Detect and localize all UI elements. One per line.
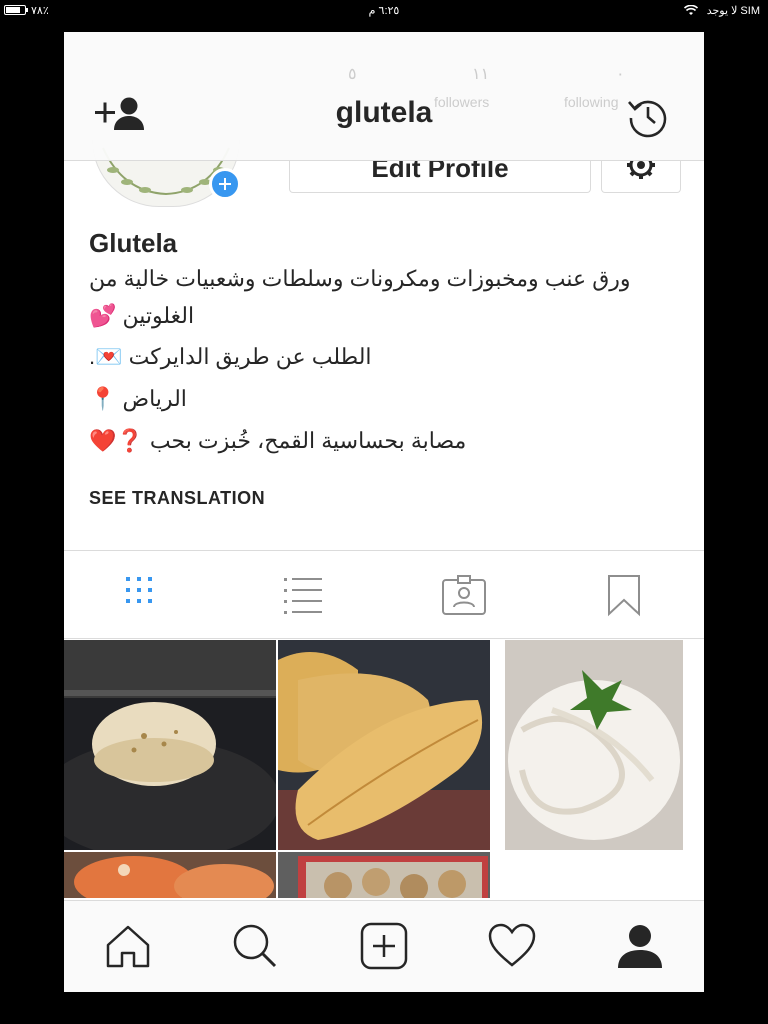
stat-followers-count: ١١ xyxy=(472,66,490,83)
instagram-app: ٥ ١١ ٠ followers following glutela Edit … xyxy=(64,32,704,992)
tab-saved[interactable] xyxy=(600,572,648,618)
display-name: Glutela xyxy=(89,228,178,258)
tab-grid[interactable] xyxy=(120,572,168,618)
bio-line: الغلوتين 💕 xyxy=(89,303,195,328)
profile-username: glutela xyxy=(335,96,433,129)
profile-section: Edit Profile Glutela ورق عنب ومخبوزات وم… xyxy=(64,140,704,550)
options-button[interactable] xyxy=(601,160,681,193)
posts-grid xyxy=(64,638,704,898)
tab-tagged[interactable] xyxy=(440,572,488,618)
bio-line: الرياض 📍 xyxy=(89,386,187,411)
cookies-photo xyxy=(278,852,490,898)
stat-following-count: ٠ xyxy=(616,66,625,83)
plus-square-icon xyxy=(360,922,408,970)
post-thumbnail[interactable] xyxy=(278,640,490,850)
nav-search[interactable] xyxy=(230,921,280,971)
bottom-nav-bar xyxy=(64,900,704,992)
home-icon xyxy=(106,925,150,968)
post-thumbnail[interactable] xyxy=(64,852,276,898)
profile-view-tabs xyxy=(64,550,704,638)
bio-line: مصابة بحساسية القمح، خُبزت بحب ❓❤️ xyxy=(89,428,467,453)
stat-posts-count: ٥ xyxy=(348,66,357,83)
bookmark-icon xyxy=(608,575,640,617)
top-bar: ٥ ١١ ٠ followers following glutela xyxy=(64,32,704,161)
profile-icon xyxy=(618,925,662,968)
grid-icon xyxy=(126,577,152,603)
nav-home[interactable] xyxy=(103,921,153,971)
gear-icon xyxy=(627,160,655,179)
post-thumbnail[interactable] xyxy=(64,640,276,850)
nav-profile[interactable] xyxy=(615,921,665,971)
status-time: ٦:٢٥ م xyxy=(368,5,400,17)
bio-line: الطلب عن طريق الدايركت 💌. xyxy=(89,344,372,369)
wifi-icon xyxy=(684,5,698,15)
carrier-label: لا يوجد SIM xyxy=(706,5,760,17)
flatbread-photo xyxy=(64,640,276,850)
bio-line: ورق عنب ومخبوزات ومكرونات وسلطات وشعبيات… xyxy=(89,266,631,291)
search-icon xyxy=(233,924,277,968)
archive-button[interactable] xyxy=(625,94,671,145)
nav-new-post[interactable] xyxy=(359,921,409,971)
tagged-photos-icon xyxy=(442,575,486,615)
status-bar: ٧٨٪ ٦:٢٥ م لا يوجد SIM xyxy=(0,0,768,22)
post-thumbnail[interactable] xyxy=(278,852,490,898)
list-icon xyxy=(284,578,322,614)
history-icon xyxy=(628,100,667,138)
edit-profile-button[interactable]: Edit Profile xyxy=(289,160,591,193)
pasta-photo xyxy=(505,640,683,850)
add-story-icon[interactable] xyxy=(209,168,241,200)
nav-activity[interactable] xyxy=(487,921,537,971)
post-thumbnail[interactable] xyxy=(492,640,704,850)
baguettes-photo xyxy=(278,640,490,850)
crab-photo xyxy=(64,852,276,898)
see-translation-link[interactable]: SEE TRANSLATION xyxy=(89,488,265,509)
heart-icon xyxy=(488,923,536,967)
tab-list[interactable] xyxy=(280,572,328,618)
